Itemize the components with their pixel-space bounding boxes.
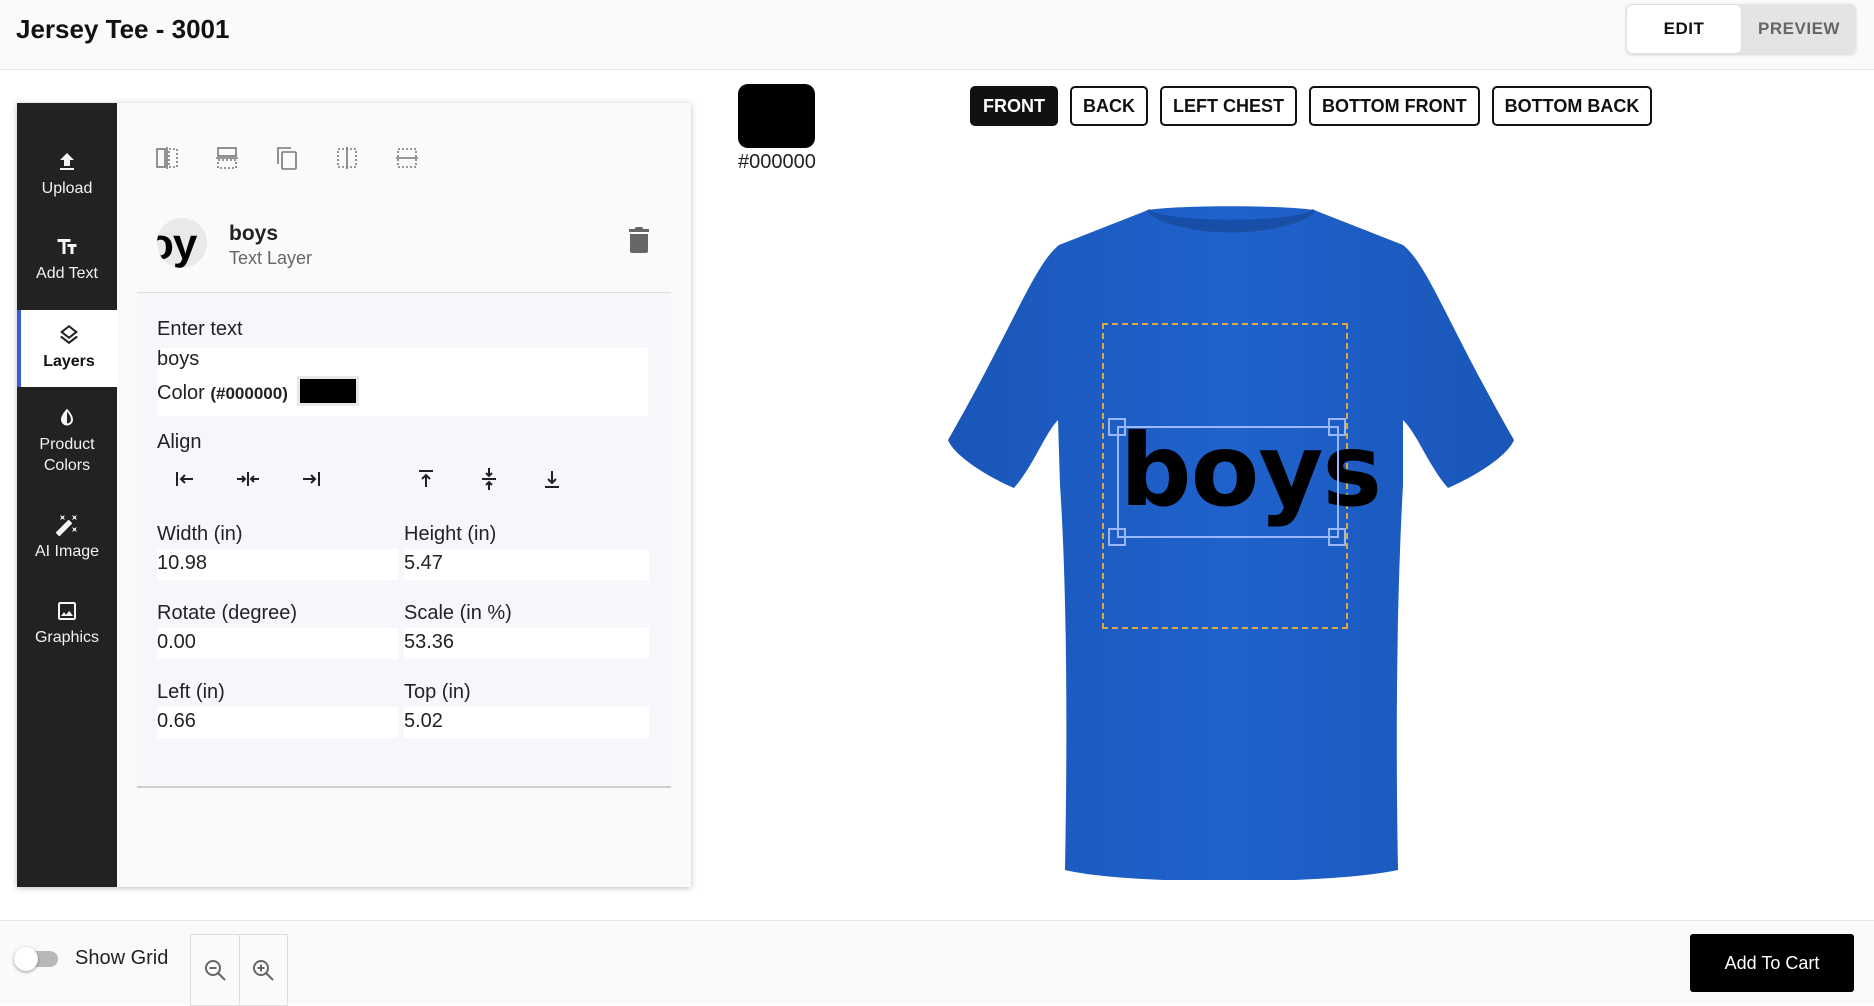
sidebar-item-label: AI Image: [34, 543, 100, 560]
align-middle-button[interactable]: [475, 465, 503, 493]
tab-front[interactable]: FRONT: [970, 86, 1058, 126]
sidebar-item-label: Layers: [43, 353, 95, 370]
align-right-button[interactable]: [297, 465, 325, 493]
height-label: Height (in): [404, 523, 497, 545]
preview-mode-button[interactable]: PREVIEW: [1742, 4, 1856, 54]
width-label: Width (in): [157, 523, 243, 545]
align-middle-icon: [482, 468, 496, 490]
show-grid-toggle[interactable]: [14, 947, 60, 971]
scale-label: Scale (in %): [404, 602, 512, 624]
align-top-icon: [419, 470, 433, 487]
align-bottom-icon: [545, 471, 559, 488]
left-input[interactable]: 0.66: [157, 707, 398, 738]
resize-handle-top-left[interactable]: [1108, 418, 1126, 436]
bottom-bar: Show Grid Add To Cart: [0, 920, 1874, 1006]
align-center-horizontal-button[interactable]: [234, 465, 262, 493]
page-title: Jersey Tee - 3001: [16, 14, 230, 44]
flip-vertical-icon: [216, 147, 238, 169]
add-to-cart-button[interactable]: Add To Cart: [1690, 934, 1854, 992]
selection-box[interactable]: [1117, 426, 1339, 538]
delete-layer-button[interactable]: [627, 226, 651, 254]
layer-thumbnail: oy: [157, 218, 207, 268]
align-left-icon: [176, 472, 193, 486]
scale-input[interactable]: 53.36: [404, 628, 649, 659]
layer-toolbar: [137, 133, 671, 183]
resize-handle-top-right[interactable]: [1328, 418, 1346, 436]
sidebar-item-label: Product Colors: [39, 436, 95, 474]
zoom-out-icon: [204, 960, 226, 981]
tab-bottom-front[interactable]: BOTTOM FRONT: [1309, 86, 1480, 126]
zoom-in-button[interactable]: [240, 935, 288, 1005]
resize-handle-bottom-left[interactable]: [1108, 528, 1126, 546]
app-header: Jersey Tee - 3001 EDIT PREVIEW: [0, 0, 1874, 70]
sidebar-item-ai-image[interactable]: AI Image: [17, 513, 117, 562]
align-center-horizontal-icon: [237, 472, 259, 486]
top-label: Top (in): [404, 681, 471, 703]
view-tabs: FRONT BACK LEFT CHEST BOTTOM FRONT BOTTO…: [970, 86, 1653, 126]
rotate-input[interactable]: 0.00: [157, 628, 398, 659]
zoom-controls: [190, 934, 288, 1006]
center-horizontal-button[interactable]: [377, 133, 437, 183]
sidebar-item-layers[interactable]: Layers: [17, 310, 117, 387]
zoom-in-icon: [253, 960, 274, 981]
image-icon: [58, 602, 76, 620]
color-hex-label: (#000000): [210, 384, 288, 403]
text-icon: [57, 239, 77, 254]
layer-card: oy boys Text Layer Enter text boys Color…: [137, 198, 671, 788]
layer-name: boys: [229, 222, 279, 245]
layer-type: Text Layer: [229, 248, 313, 268]
tool-sidebar: Upload Add Text Layers Product Colors AI…: [17, 103, 117, 887]
left-label: Left (in): [157, 681, 225, 703]
width-input[interactable]: 10.98: [157, 549, 398, 580]
magic-wand-icon: [55, 515, 77, 537]
tab-bottom-back[interactable]: BOTTOM BACK: [1491, 86, 1653, 126]
show-grid-label: Show Grid: [75, 947, 169, 969]
sidebar-item-product-colors[interactable]: Product Colors: [17, 406, 117, 476]
height-input[interactable]: 5.47: [404, 549, 649, 580]
resize-handle-bottom-right[interactable]: [1328, 528, 1346, 546]
tab-back[interactable]: BACK: [1070, 86, 1148, 126]
upload-icon: [60, 153, 74, 170]
align-label: Align: [157, 431, 202, 453]
layers-icon: [60, 325, 78, 345]
align-top-button[interactable]: [412, 465, 440, 493]
layer-header[interactable]: oy boys Text Layer: [137, 198, 671, 293]
product-color-hex: #000000: [738, 151, 816, 173]
flip-horizontal-button[interactable]: [137, 133, 197, 183]
tab-left-chest[interactable]: LEFT CHEST: [1160, 86, 1297, 126]
color-drop-icon: [61, 408, 73, 426]
color-label: Color (#000000): [157, 382, 288, 404]
duplicate-icon: [277, 147, 297, 170]
enter-text-label: Enter text: [157, 318, 243, 340]
align-bottom-button[interactable]: [538, 465, 566, 493]
sidebar-item-upload[interactable]: Upload: [17, 150, 117, 199]
sidebar-item-graphics[interactable]: Graphics: [17, 599, 117, 648]
sidebar-item-label: Graphics: [34, 629, 100, 646]
mode-toggle: EDIT PREVIEW: [1626, 4, 1856, 54]
align-right-icon: [303, 472, 320, 486]
center-horizontal-icon: [396, 148, 418, 168]
product-color-swatch[interactable]: [738, 84, 815, 148]
center-vertical-icon: [337, 147, 357, 169]
sidebar-item-add-text[interactable]: Add Text: [17, 235, 117, 284]
sidebar-item-label: Add Text: [36, 265, 98, 282]
center-vertical-button[interactable]: [317, 133, 377, 183]
editor-panel: Upload Add Text Layers Product Colors AI…: [17, 103, 691, 887]
top-input[interactable]: 5.02: [404, 707, 649, 738]
zoom-out-button[interactable]: [191, 935, 240, 1005]
flip-vertical-button[interactable]: [197, 133, 257, 183]
edit-mode-button[interactable]: EDIT: [1626, 4, 1742, 54]
align-left-button[interactable]: [171, 465, 199, 493]
text-input[interactable]: boys: [157, 348, 199, 371]
sidebar-item-label: Upload: [41, 180, 93, 197]
rotate-label: Rotate (degree): [157, 602, 298, 624]
text-color-swatch[interactable]: [297, 376, 359, 406]
trash-icon: [629, 227, 649, 253]
duplicate-button[interactable]: [257, 133, 317, 183]
flip-horizontal-icon: [156, 147, 178, 169]
